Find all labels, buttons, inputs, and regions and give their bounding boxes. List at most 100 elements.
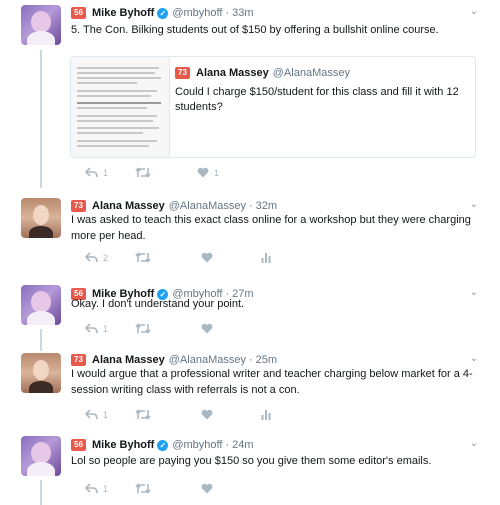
tweet-header: 73 Alana Massey @AlanaMassey · 25m [71,353,277,367]
quoted-tweet-text: Could I charge $150/student for this cla… [175,86,459,113]
retweet-icon [135,323,151,334]
like-icon [201,252,213,263]
like-button[interactable] [201,252,213,263]
separator: · [225,439,230,451]
score-badge: 56 [71,7,86,19]
caret-down-icon[interactable]: ⌄ [470,353,478,364]
score-badge: 56 [71,439,86,451]
tweet[interactable]: 56 Mike Byhoff ✓ @mbyhoff · 27m ⌄ Okay. … [0,283,500,351]
tweet-text: 5. The Con. Bilking students out of $150… [71,24,439,36]
reply-icon [85,252,98,263]
tweet-actions: 1 [85,483,305,497]
quoted-author-name: Alana Massey [196,67,269,79]
author-name[interactable]: Alana Massey [92,353,165,367]
reply-icon [85,167,98,178]
quoted-tweet-header: 73 Alana Massey @AlanaMassey [175,67,350,79]
like-icon [201,323,213,334]
reply-button[interactable]: 2 [85,252,108,263]
avatar[interactable] [21,198,61,238]
reply-count: 1 [103,409,109,420]
reply-button[interactable]: 1 [85,323,108,334]
verified-icon: ✓ [157,439,169,451]
author-handle[interactable]: @AlanaMassey [169,353,246,367]
retweet-button[interactable] [135,409,151,420]
tweet[interactable]: 73 Alana Massey @AlanaMassey · 32m ⌄ I w… [0,194,500,283]
tweet-text: I was asked to teach this exact class on… [71,214,471,242]
analytics-button[interactable] [261,252,271,263]
reply-icon [85,323,98,334]
avatar[interactable] [21,353,61,393]
thread-line [40,50,42,188]
author-name[interactable]: Mike Byhoff [92,6,154,20]
tweet-header: 56 Mike Byhoff ✓ @mbyhoff · 24m [71,438,254,452]
score-badge: 73 [71,200,86,212]
quoted-tweet-image [71,57,170,157]
thread-line [40,329,42,351]
thread-line [40,480,42,505]
retweet-button[interactable] [135,167,156,178]
timestamp[interactable]: 32m [256,199,277,213]
reply-count: 1 [103,483,109,494]
author-name[interactable]: Mike Byhoff [92,438,154,452]
analytics-button[interactable] [261,409,271,420]
tweet-actions: 1 1 [85,167,305,181]
author-handle[interactable]: @mbyhoff [172,438,222,452]
retweet-button[interactable] [135,323,151,334]
retweet-button[interactable] [135,483,151,494]
reply-icon [85,409,98,420]
author-name[interactable]: Alana Massey [92,199,165,213]
reply-button[interactable]: 1 [85,483,108,494]
author-handle[interactable]: @mbyhoff [172,6,222,20]
caret-down-icon[interactable]: ⌄ [470,438,478,449]
reply-count: 1 [103,167,109,178]
retweet-icon [135,252,151,263]
tweet-text: Lol so people are paying you $150 so you… [71,455,432,467]
tweet[interactable]: 56 Mike Byhoff ✓ @mbyhoff · 33m ⌄ 5. The… [0,0,500,194]
timestamp[interactable]: 25m [256,353,277,367]
retweet-icon [135,483,151,494]
reply-icon [85,483,98,494]
timestamp[interactable]: 24m [232,438,253,452]
like-icon [201,483,213,494]
reply-button[interactable]: 1 [85,409,108,420]
tweet-text: I would argue that a professional writer… [71,368,473,396]
avatar[interactable] [21,5,61,45]
tweet[interactable]: 73 Alana Massey @AlanaMassey · 25m ⌄ I w… [0,351,500,434]
like-button[interactable] [201,483,213,494]
verified-icon: ✓ [157,7,169,19]
like-button[interactable]: 1 [197,167,219,178]
timestamp[interactable]: 33m [232,6,253,20]
tweet-header: 73 Alana Massey @AlanaMassey · 32m [71,199,277,213]
tweet-header: 56 Mike Byhoff ✓ @mbyhoff · 33m [71,6,254,20]
avatar[interactable] [21,285,61,325]
like-count: 1 [214,167,220,178]
caret-down-icon[interactable]: ⌄ [470,199,478,210]
reply-button[interactable]: 1 [85,167,108,178]
tweet-text: Okay. I don't understand your point. [71,298,245,310]
score-badge: 73 [71,354,86,366]
score-badge: 73 [175,67,190,79]
retweet-icon [135,167,151,178]
quoted-author-handle: @AlanaMassey [272,67,350,79]
analytics-icon [261,253,271,263]
reply-count: 2 [103,252,109,263]
separator: · [225,7,230,19]
tweet-actions: 1 [85,409,305,423]
separator: · [248,354,253,366]
tweet-actions: 1 [85,323,305,337]
author-handle[interactable]: @AlanaMassey [169,199,246,213]
tweet[interactable]: 56 Mike Byhoff ✓ @mbyhoff · 24m ⌄ Lol so… [0,434,500,505]
avatar[interactable] [21,436,61,476]
like-button[interactable] [201,409,213,420]
analytics-icon [261,410,271,420]
reply-count: 1 [103,323,109,334]
quoted-tweet[interactable]: 73 Alana Massey @AlanaMassey Could I cha… [70,56,476,158]
like-button[interactable] [201,323,213,334]
tweet-actions: 2 [85,252,305,266]
like-icon [197,167,209,178]
retweet-icon [135,409,151,420]
like-icon [201,409,213,420]
separator: · [248,200,253,212]
retweet-button[interactable] [135,252,151,263]
caret-down-icon[interactable]: ⌄ [470,6,478,17]
